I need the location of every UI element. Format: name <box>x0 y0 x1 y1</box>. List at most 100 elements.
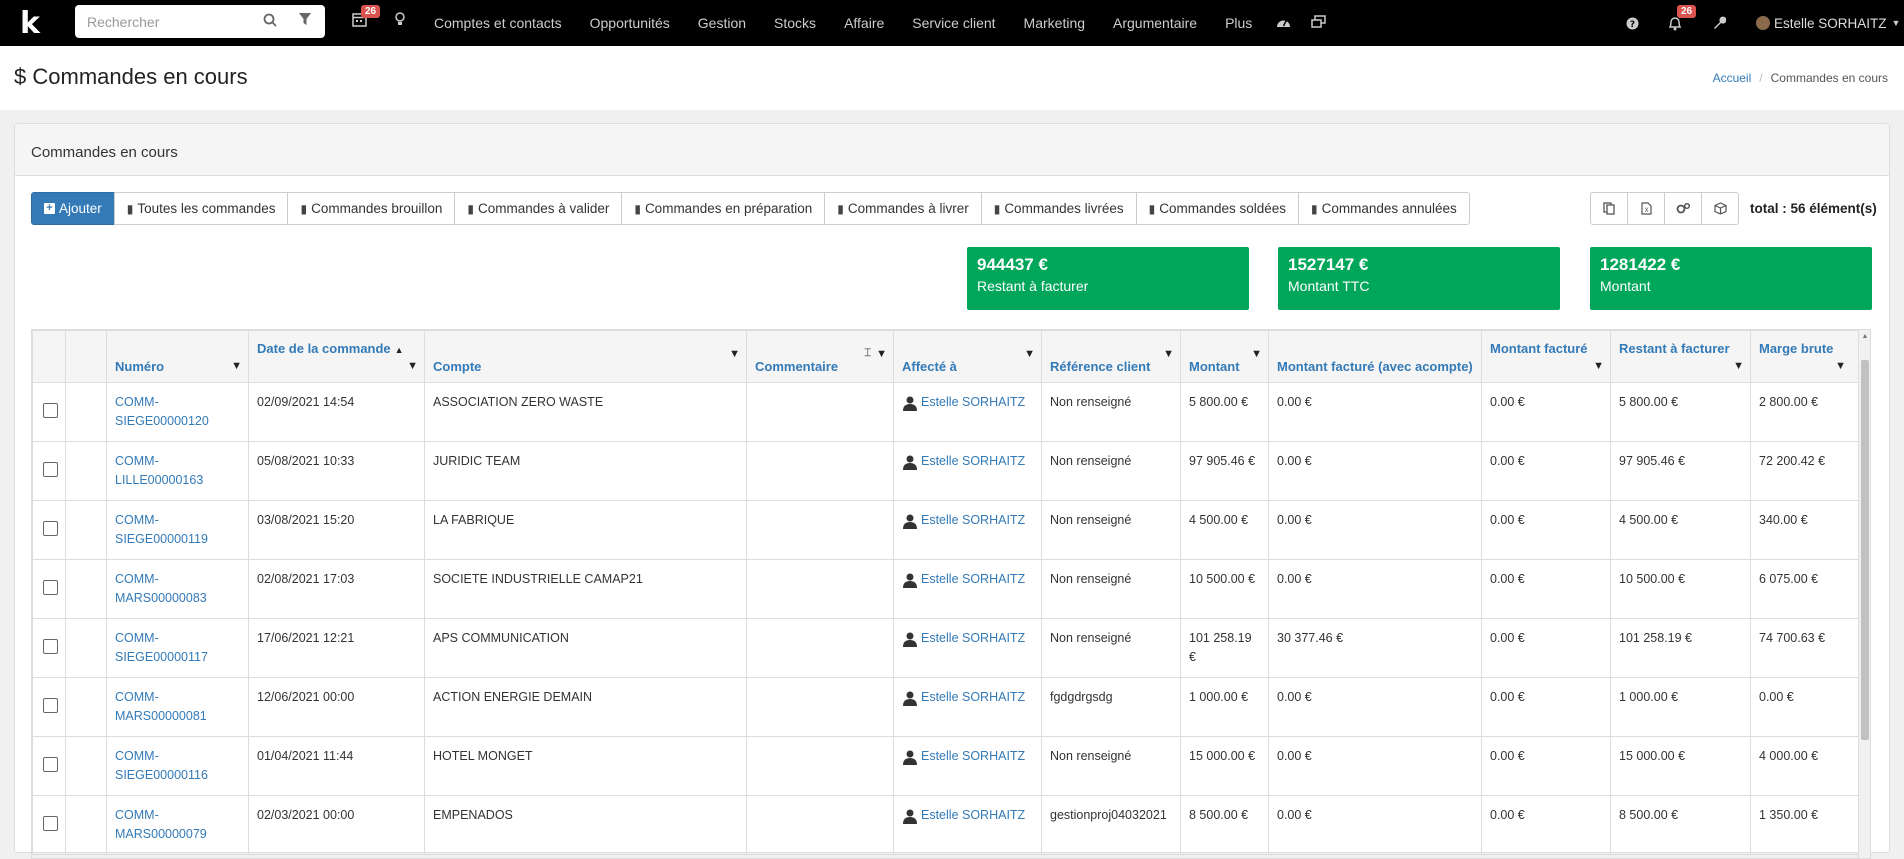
header-commentaire[interactable]: Commentaire ⌶ ▼ <box>746 330 894 383</box>
scroll-thumb[interactable] <box>1861 360 1869 740</box>
filter-settled-orders[interactable]: ▮ Commandes soldées <box>1135 192 1300 225</box>
row-checkbox[interactable] <box>43 462 58 477</box>
menu-stocks[interactable]: Stocks <box>760 15 830 31</box>
order-number-link[interactable]: COMM-SIEGE00000119 <box>115 513 208 546</box>
assignee-link[interactable]: Estelle SORHAITZ <box>921 572 1025 586</box>
breadcrumb-home[interactable]: Accueil <box>1713 71 1752 85</box>
row-checkbox[interactable] <box>43 521 58 536</box>
header-affecte[interactable]: Affecté à ▼ <box>893 330 1042 383</box>
order-number-link[interactable]: COMM-LILLE00000163 <box>115 454 203 487</box>
filter-preparing-orders[interactable]: ▮ Commandes en préparation <box>621 192 826 225</box>
table-row[interactable]: COMM-LILLE00000163 05/08/2021 10:33 JURIDI… <box>32 441 1861 501</box>
cell-montant-facture: 0.00 € <box>1481 795 1611 855</box>
filter-icon[interactable]: ▼ <box>407 360 418 372</box>
header-label: Commentaire <box>755 359 839 374</box>
menu-argumentaire[interactable]: Argumentaire <box>1099 15 1211 31</box>
excel-export-icon[interactable]: X <box>1627 192 1665 225</box>
copy-icon[interactable] <box>1590 192 1628 225</box>
user-menu[interactable]: Estelle SORHAITZ ▼ <box>1756 0 1900 46</box>
header-montant[interactable]: Montant ▼ <box>1180 330 1269 383</box>
lightbulb-icon[interactable] <box>395 12 405 31</box>
windows-icon[interactable] <box>1301 15 1336 31</box>
header-montant-facture[interactable]: Montant facturé ▼ <box>1481 330 1611 383</box>
filter-icon[interactable]: ▼ <box>231 360 242 372</box>
assignee-link[interactable]: Estelle SORHAITZ <box>921 454 1025 468</box>
user-avatar-icon <box>902 808 918 824</box>
cell-affecte: Estelle SORHAITZ <box>893 795 1042 855</box>
vertical-scrollbar[interactable]: ▲ <box>1858 330 1870 858</box>
filter-all-orders[interactable]: ▮ Toutes les commandes <box>113 192 289 225</box>
filter-icon[interactable]: ▼ <box>1024 348 1035 360</box>
row-checkbox[interactable] <box>43 403 58 418</box>
sort-asc-icon[interactable]: ▲ <box>395 345 404 355</box>
row-checkbox[interactable] <box>43 580 58 595</box>
search-icon[interactable] <box>263 13 277 30</box>
file-icon: ▮ <box>993 201 1001 216</box>
header-restant[interactable]: Restant à facturer ▼ <box>1610 330 1751 383</box>
filter-cancelled-orders[interactable]: ▮ Commandes annulées <box>1298 192 1470 225</box>
table-row[interactable]: COMM-SIEGE00000116 01/04/2021 11:44 HOTEL … <box>32 736 1861 796</box>
header-date[interactable]: Date de la commande ▲ ▼ <box>248 330 425 383</box>
header-compte[interactable]: Compte ▼ <box>424 330 747 383</box>
search-input[interactable] <box>75 13 255 30</box>
filter-icon[interactable]: ▼ <box>876 348 887 360</box>
menu-affaire[interactable]: Affaire <box>830 15 898 31</box>
menu-marketing[interactable]: Marketing <box>1010 15 1099 31</box>
help-icon[interactable]: ? <box>1626 0 1639 46</box>
order-number-link[interactable]: COMM-SIEGE00000120 <box>115 395 209 428</box>
filter-icon[interactable]: ▼ <box>1733 360 1744 372</box>
assignee-link[interactable]: Estelle SORHAITZ <box>921 513 1025 527</box>
table-row[interactable]: COMM-MARS00000083 02/08/2021 17:03 SOCIETE… <box>32 559 1861 619</box>
menu-opportunites[interactable]: Opportunités <box>576 15 684 31</box>
filter-to-deliver-orders[interactable]: ▮ Commandes à livrer <box>824 192 982 225</box>
dashboard-icon[interactable] <box>1266 15 1301 31</box>
filter-icon[interactable] <box>299 13 311 29</box>
filter-draft-orders[interactable]: ▮ Commandes brouillon <box>287 192 456 225</box>
menu-plus[interactable]: Plus <box>1211 15 1266 31</box>
cell-compte: APS COMMUNICATION <box>424 618 747 678</box>
assignee-link[interactable]: Estelle SORHAITZ <box>921 808 1025 822</box>
app-logo[interactable]: k <box>0 0 60 46</box>
filter-icon[interactable]: ▼ <box>1163 348 1174 360</box>
filter-icon[interactable]: ▼ <box>729 348 740 360</box>
menu-comptes[interactable]: Comptes et contacts <box>420 15 576 31</box>
settings-cogs-icon[interactable] <box>1664 192 1702 225</box>
wrench-icon[interactable] <box>1712 0 1726 46</box>
table-row[interactable]: COMM-MARS00000079 02/03/2021 00:00 EMPENAD… <box>32 795 1861 855</box>
filter-to-validate-orders[interactable]: ▮ Commandes à valider <box>454 192 623 225</box>
row-checkbox[interactable] <box>43 816 58 831</box>
order-number-link[interactable]: COMM-SIEGE00000116 <box>115 749 208 782</box>
assignee-link[interactable]: Estelle SORHAITZ <box>921 395 1025 409</box>
row-checkbox[interactable] <box>43 639 58 654</box>
header-numero[interactable]: Numéro ▼ <box>106 330 249 383</box>
table-row[interactable]: COMM-SIEGE00000120 02/09/2021 14:54 ASSOCI… <box>32 382 1861 442</box>
menu-gestion[interactable]: Gestion <box>684 15 760 31</box>
filter-delivered-orders[interactable]: ▮ Commandes livrées <box>980 192 1137 225</box>
order-number-link[interactable]: COMM-SIEGE00000117 <box>115 631 208 664</box>
order-number-link[interactable]: COMM-MARS00000083 <box>115 572 207 605</box>
assignee-link[interactable]: Estelle SORHAITZ <box>921 690 1025 704</box>
filter-icon[interactable]: ▼ <box>1593 360 1604 372</box>
table-row[interactable]: COMM-SIEGE00000119 03/08/2021 15:20 LA FAB… <box>32 500 1861 560</box>
header-montant-facture-acompte[interactable]: Montant facturé (avec acompte) <box>1268 330 1482 383</box>
assignee-link[interactable]: Estelle SORHAITZ <box>921 631 1025 645</box>
table-row[interactable]: COMM-SIEGE00000117 17/06/2021 12:21 APS CO… <box>32 618 1861 678</box>
table-row[interactable]: COMM-MARS00000081 12/06/2021 00:00 ACTION … <box>32 677 1861 737</box>
filter-icon[interactable]: ▼ <box>1835 360 1846 372</box>
cell-numero: COMM-MARS00000079 <box>106 795 249 855</box>
cell-marge: 4 000.00 € <box>1750 736 1861 796</box>
header-reference[interactable]: Référence client ▼ <box>1041 330 1181 383</box>
order-number-link[interactable]: COMM-MARS00000081 <box>115 690 207 723</box>
header-marge[interactable]: Marge brute ▼ <box>1750 330 1861 383</box>
cube-icon[interactable] <box>1701 192 1739 225</box>
menu-service-client[interactable]: Service client <box>898 15 1009 31</box>
add-button[interactable]: + Ajouter <box>31 192 115 225</box>
order-number-link[interactable]: COMM-MARS00000079 <box>115 808 207 841</box>
cell-montant-facture-acompte: 0.00 € <box>1268 559 1482 619</box>
row-checkbox[interactable] <box>43 698 58 713</box>
scroll-up-arrow[interactable]: ▲ <box>1859 330 1870 344</box>
text-cursor-icon: ⌶ <box>864 347 871 359</box>
assignee-link[interactable]: Estelle SORHAITZ <box>921 749 1025 763</box>
filter-icon[interactable]: ▼ <box>1251 348 1262 360</box>
row-checkbox[interactable] <box>43 757 58 772</box>
